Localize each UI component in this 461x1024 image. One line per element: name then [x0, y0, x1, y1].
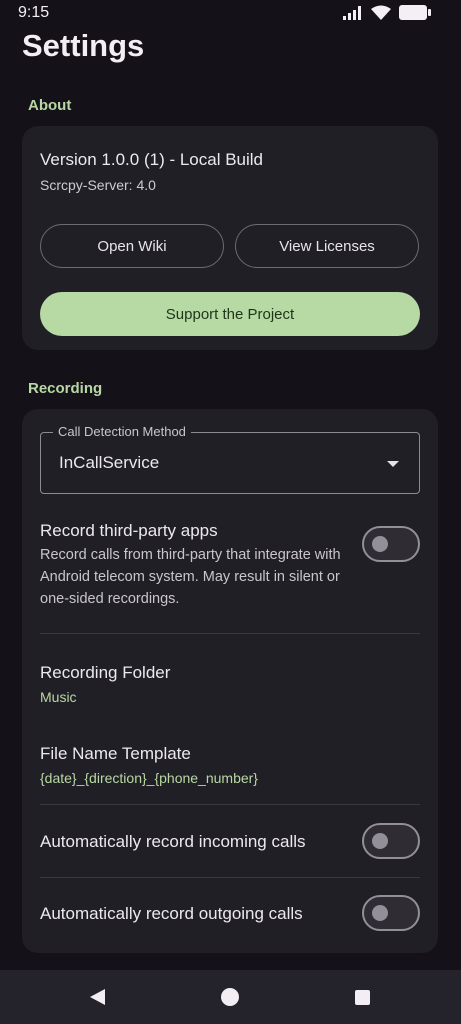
open-wiki-button[interactable]: Open Wiki: [40, 224, 224, 268]
section-header-recording: Recording: [28, 380, 103, 397]
toggle-knob: [372, 536, 388, 552]
auto-outgoing-title: Automatically record outgoing calls: [40, 904, 303, 923]
server-version-text: Scrcpy-Server: 4.0: [40, 177, 156, 193]
navigation-bar: [0, 970, 461, 1024]
version-text: Version 1.0.0 (1) - Local Build: [40, 150, 264, 169]
recording-card: Call Detection Method InCallService Reco…: [22, 409, 438, 953]
recording-folder-value: Music: [40, 689, 77, 705]
auto-incoming-title: Automatically record incoming calls: [40, 832, 306, 851]
third-party-description: Record calls from third-party that integ…: [40, 547, 341, 607]
third-party-toggle[interactable]: [362, 526, 420, 562]
divider: [40, 804, 420, 805]
home-icon[interactable]: [221, 988, 239, 1006]
signal-icon: [343, 5, 361, 20]
auto-incoming-toggle[interactable]: [362, 823, 420, 859]
view-licenses-button[interactable]: View Licenses: [235, 224, 419, 268]
recording-folder-title[interactable]: Recording Folder: [40, 663, 170, 683]
toggle-knob: [372, 905, 388, 921]
wifi-icon: [371, 5, 391, 20]
file-name-template-title[interactable]: File Name Template: [40, 744, 191, 764]
call-detection-label: Call Detection Method: [53, 424, 191, 439]
status-time: 9:15: [18, 4, 50, 21]
toggle-knob: [372, 833, 388, 849]
status-bar: 9:15: [0, 0, 461, 28]
third-party-title: Record third-party apps: [40, 521, 218, 540]
back-icon[interactable]: [90, 989, 105, 1005]
call-detection-select[interactable]: Call Detection Method InCallService: [40, 424, 420, 494]
divider: [40, 633, 420, 634]
recents-icon[interactable]: [355, 990, 370, 1005]
section-header-about: About: [28, 97, 72, 114]
dropdown-arrow-icon: [387, 461, 399, 467]
about-card: Version 1.0.0 (1) - Local Build Scrcpy-S…: [22, 126, 438, 350]
battery-icon: [399, 5, 431, 20]
status-icons: [343, 5, 431, 20]
call-detection-value: InCallService: [59, 453, 160, 472]
file-name-template-value: {date}_{direction}_{phone_number}: [40, 770, 258, 786]
auto-outgoing-toggle[interactable]: [362, 895, 420, 931]
page-title: Settings: [22, 28, 145, 63]
support-project-button[interactable]: Support the Project: [40, 292, 420, 336]
divider: [40, 877, 420, 878]
